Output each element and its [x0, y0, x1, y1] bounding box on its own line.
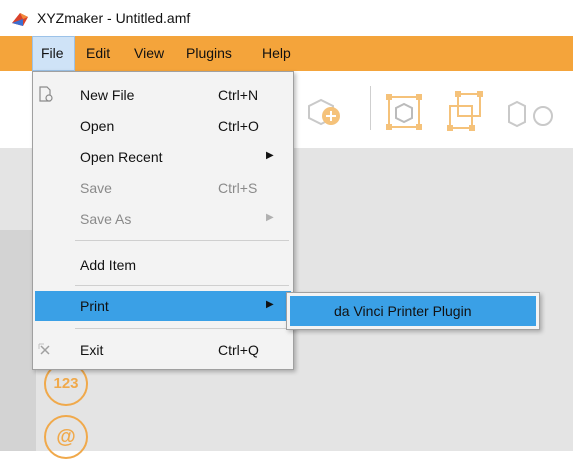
- title-bar: XYZmaker - Untitled.amf: [0, 0, 573, 36]
- menu-item-save-as[interactable]: Save As ▶: [33, 204, 293, 234]
- menu-item-open-recent[interactable]: Open Recent ▶: [33, 142, 293, 172]
- menu-item-save[interactable]: Save Ctrl+S: [33, 173, 293, 203]
- menu-view[interactable]: View: [125, 36, 173, 71]
- da-vinci-printer-plugin-label: da Vinci Printer Plugin: [334, 303, 472, 319]
- print-submenu: da Vinci Printer Plugin: [286, 292, 540, 330]
- menu-item-exit[interactable]: Exit Ctrl+Q: [33, 335, 293, 365]
- exit-label: Exit: [80, 342, 104, 358]
- add-object-icon[interactable]: [305, 94, 349, 128]
- menu-separator: [75, 285, 289, 286]
- add-item-label: Add Item: [80, 257, 137, 273]
- menu-item-da-vinci-printer-plugin[interactable]: da Vinci Printer Plugin: [290, 296, 536, 326]
- at-badge-icon[interactable]: @: [44, 415, 88, 459]
- menu-item-add-item[interactable]: Add Item: [33, 250, 293, 280]
- menu-item-print[interactable]: Print ▶: [35, 291, 291, 321]
- chevron-right-icon: ▶: [266, 150, 274, 161]
- save-shortcut: Ctrl+S: [218, 180, 258, 196]
- chevron-right-icon: ▶: [266, 299, 274, 310]
- open-recent-label: Open Recent: [80, 149, 163, 165]
- menu-separator: [75, 328, 289, 329]
- window-title: XYZmaker - Untitled.amf: [37, 10, 191, 26]
- menu-item-open[interactable]: Open Ctrl+O: [33, 111, 293, 141]
- menu-plugins[interactable]: Plugins: [177, 36, 241, 71]
- print-label: Print: [80, 298, 109, 314]
- exit-icon: [38, 343, 50, 355]
- menu-file[interactable]: File: [32, 36, 75, 71]
- group-icon[interactable]: [384, 92, 424, 132]
- menu-separator: [75, 240, 289, 241]
- new-file-shortcut: Ctrl+N: [218, 87, 259, 103]
- chevron-right-icon: ▶: [266, 212, 274, 223]
- new-file-label: New File: [80, 87, 135, 103]
- save-as-label: Save As: [80, 211, 132, 227]
- open-shortcut: Ctrl+O: [218, 118, 259, 134]
- file-menu-dropdown: New File Ctrl+N Open Ctrl+O Open Recent …: [32, 71, 294, 370]
- toolbar-divider: [370, 86, 371, 130]
- menu-item-new-file[interactable]: New File Ctrl+N: [33, 80, 293, 110]
- side-panel: [0, 230, 36, 451]
- menu-bar: File Edit View Plugins Help: [0, 36, 573, 71]
- ungroup-icon[interactable]: [446, 90, 486, 132]
- exit-shortcut: Ctrl+Q: [218, 342, 259, 358]
- xyzmaker-logo-icon: [12, 13, 28, 26]
- menu-edit[interactable]: Edit: [77, 36, 119, 71]
- menu-help[interactable]: Help: [253, 36, 300, 71]
- open-label: Open: [80, 118, 115, 134]
- shapes-icon[interactable]: [505, 96, 565, 130]
- save-label: Save: [80, 180, 112, 196]
- new-file-icon: [39, 86, 53, 102]
